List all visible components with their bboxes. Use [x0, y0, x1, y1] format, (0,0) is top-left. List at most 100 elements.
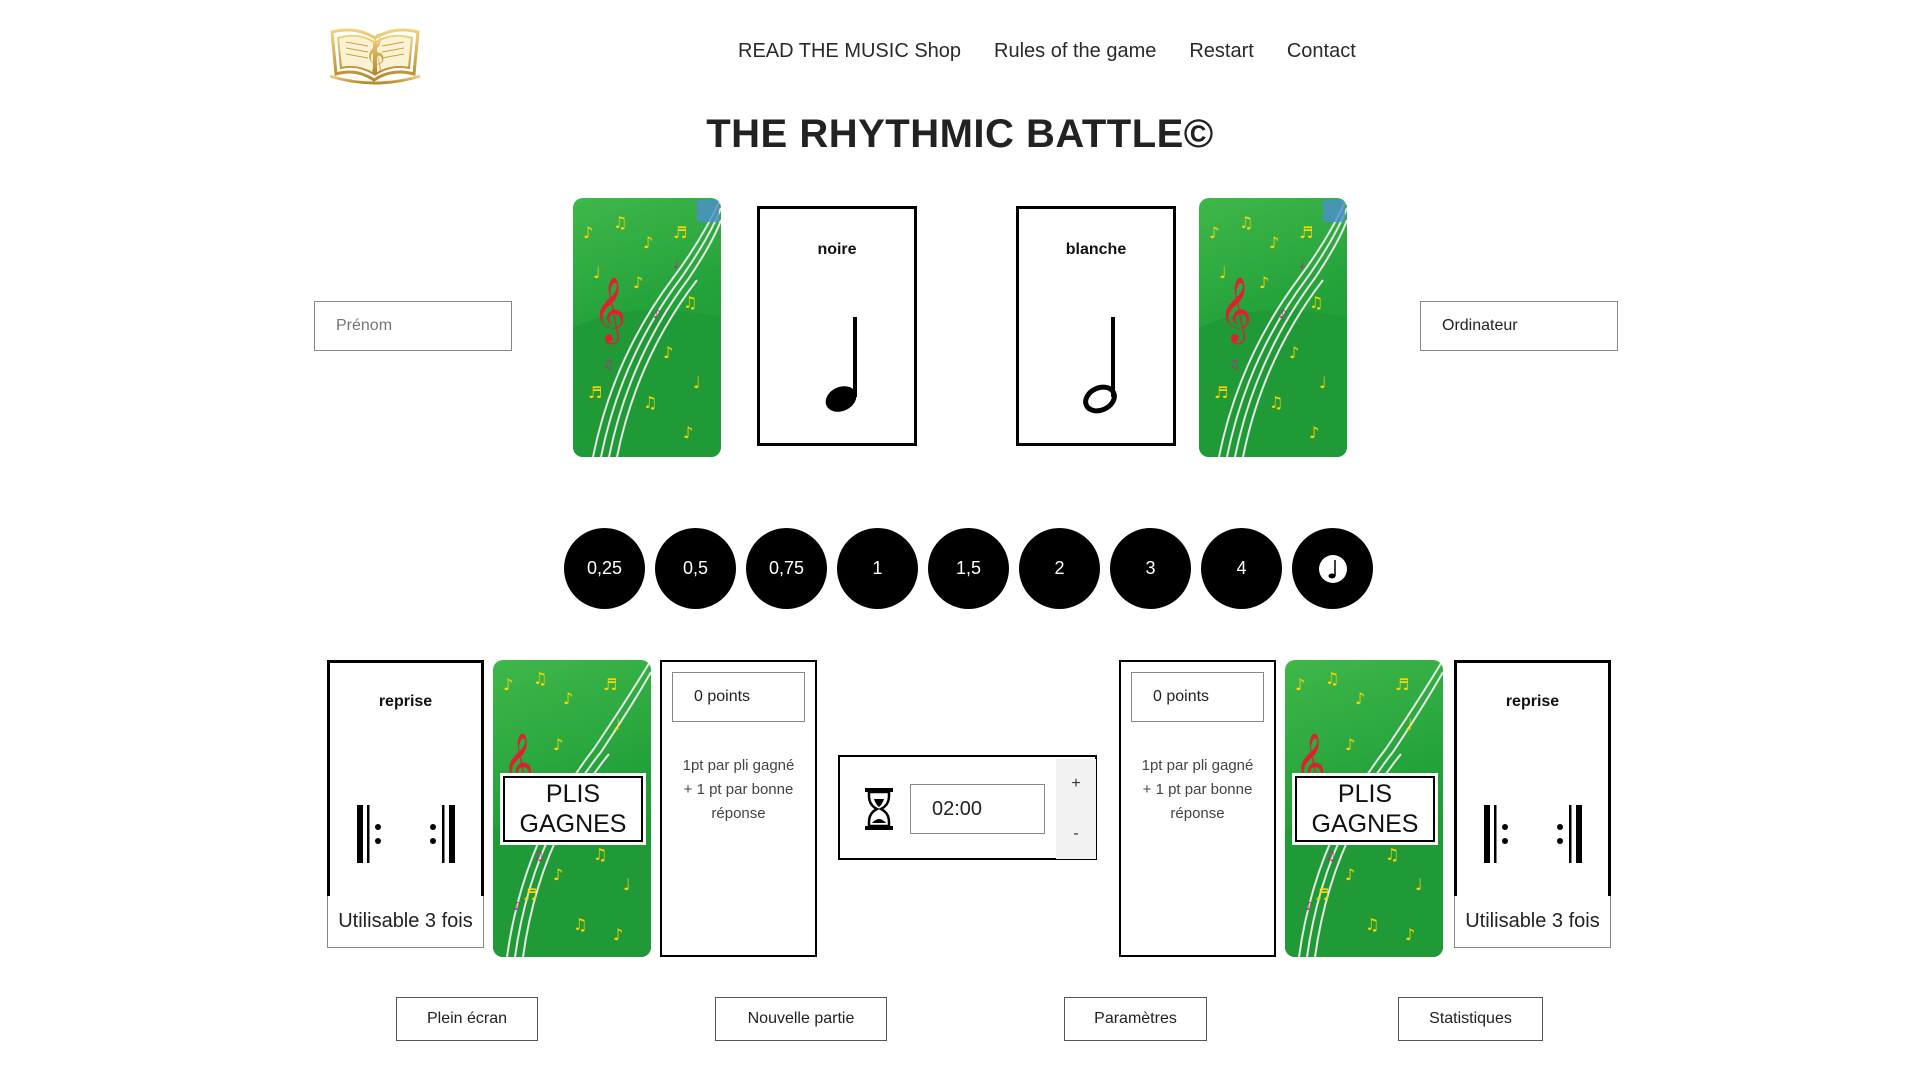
svg-text:♬: ♬ — [588, 383, 602, 402]
computer-score-field[interactable] — [1131, 672, 1264, 722]
nav-rules-link[interactable]: Rules of the game — [994, 40, 1156, 63]
svg-text:♩: ♩ — [673, 257, 679, 271]
svg-text:♫: ♫ — [533, 849, 544, 863]
svg-text:♬: ♬ — [1214, 383, 1228, 402]
score-rule-line: 1pt par pli gagné — [682, 757, 795, 774]
svg-text:♪: ♪ — [1355, 689, 1365, 708]
played-card-computer: blanche — [1016, 206, 1176, 446]
tricks-label-line: PLIS — [1337, 780, 1393, 808]
svg-text:𝄞: 𝄞 — [365, 33, 385, 74]
new-game-button[interactable]: Nouvelle partie — [715, 997, 887, 1041]
repeat-signs-icon — [1484, 805, 1582, 863]
svg-text:♪: ♪ — [1305, 899, 1313, 913]
page-title: THE RHYTHMIC BATTLE© — [706, 112, 1214, 156]
player-score-box: 1pt par pli gagné + 1 pt par bonne répon… — [660, 660, 817, 957]
svg-text:♫: ♫ — [603, 357, 614, 371]
computer-special-card: reprise — [1454, 660, 1611, 902]
value-button-2[interactable]: 2 — [1019, 528, 1100, 609]
svg-text:♪: ♪ — [1345, 735, 1355, 754]
svg-text:♫: ♫ — [1309, 293, 1323, 312]
special-card-label: reprise — [1505, 693, 1560, 710]
score-rule: 1pt par pli gagné + 1 pt par bonne répon… — [662, 754, 815, 826]
svg-text:♬: ♬ — [673, 223, 687, 242]
svg-text:♫: ♫ — [1385, 845, 1399, 864]
tricks-label: PLIS GAGNES — [1295, 776, 1435, 842]
svg-text:♫: ♫ — [1325, 669, 1339, 688]
svg-text:♩: ♩ — [1299, 257, 1305, 271]
quarter-note-icon — [825, 317, 857, 412]
special-card-label: reprise — [378, 693, 433, 710]
svg-text:♩: ♩ — [1405, 715, 1413, 734]
player-tricks-pile: 𝄞 ♪ ♫ ♪ ♬ ♩ ♪ ♫ ♪ ♩ ♫ ♪ ♬ ♪ ♫ PLIS GAGNES — [493, 660, 651, 957]
played-card-label: noire — [817, 241, 857, 258]
player-special-card[interactable]: reprise — [327, 660, 484, 902]
value-button-4[interactable]: 4 — [1201, 528, 1282, 609]
svg-text:♪: ♪ — [1405, 925, 1415, 944]
value-button-1-5[interactable]: 1,5 — [928, 528, 1009, 609]
svg-text:♫: ♫ — [1269, 393, 1283, 412]
computer-deck-card: 𝄞 ♪ ♫ ♪ ♬ ♩ ♪ ♫ ♪ ♩ ♫ ♪ ♬ ♪ ♫ ♩ — [1199, 198, 1347, 457]
svg-text:♪: ♪ — [1309, 423, 1319, 442]
svg-text:♬: ♬ — [603, 675, 617, 694]
tricks-label-line: PLIS — [545, 780, 601, 808]
player-deck-card[interactable]: 𝄞 ♪ ♫ ♪ ♬ ♩ ♪ ♫ ♪ ♩ ♫ ♪ ♬ ♪ ♫ ♩ — [573, 198, 721, 457]
nav-shop-link[interactable]: READ THE MUSIC Shop — [738, 40, 961, 63]
main-nav: READ THE MUSIC Shop Rules of the game Re… — [738, 40, 1356, 63]
svg-text:♬: ♬ — [523, 885, 537, 904]
nav-restart-link[interactable]: Restart — [1189, 40, 1253, 63]
statistics-button[interactable]: Statistiques — [1398, 997, 1543, 1041]
svg-text:♩: ♩ — [623, 875, 631, 894]
player-score-field[interactable] — [672, 672, 805, 722]
svg-text:♪: ♪ — [683, 423, 693, 442]
svg-text:𝄞: 𝄞 — [593, 277, 626, 344]
value-button-0-25[interactable]: 0,25 — [564, 528, 645, 609]
special-card-usage: Utilisable 3 fois — [327, 896, 484, 948]
svg-text:♪: ♪ — [503, 675, 513, 694]
svg-text:♫: ♫ — [1365, 915, 1379, 934]
dotted-note-icon — [1318, 554, 1347, 583]
nav-contact-link[interactable]: Contact — [1287, 40, 1356, 63]
played-card-player: noire — [757, 206, 917, 446]
value-button-3[interactable]: 3 — [1110, 528, 1191, 609]
svg-text:♩: ♩ — [693, 373, 701, 392]
svg-text:♩: ♩ — [613, 715, 621, 734]
value-buttons: 0,25 0,5 0,75 1 1,5 2 3 4 — [564, 528, 1373, 609]
timer-decrement-button[interactable]: - — [1056, 809, 1096, 859]
svg-text:♪: ♪ — [1345, 865, 1355, 884]
svg-text:♫: ♫ — [593, 845, 607, 864]
half-note-icon — [1083, 317, 1117, 414]
svg-text:♪: ♪ — [553, 735, 563, 754]
svg-text:♫: ♫ — [573, 915, 587, 934]
repeat-signs-icon — [357, 805, 455, 863]
computer-tricks-pile: 𝄞 ♪ ♫ ♪ ♬ ♩ ♪ ♫ ♪ ♩ ♫ ♪ ♬ ♪ ♫ PLIS GAGNES — [1285, 660, 1443, 957]
logo[interactable]: 𝄞 — [328, 20, 422, 86]
svg-text:♫: ♫ — [1239, 213, 1253, 232]
score-rule-line: + 1 pt par bonne — [683, 781, 794, 798]
hourglass-icon — [865, 788, 893, 830]
value-button-0-75[interactable]: 0,75 — [746, 528, 827, 609]
timer-input[interactable] — [910, 784, 1045, 834]
value-button-1[interactable]: 1 — [837, 528, 918, 609]
value-button-0-5[interactable]: 0,5 — [655, 528, 736, 609]
timer-increment-button[interactable]: + — [1056, 759, 1096, 809]
svg-text:♪: ♪ — [633, 273, 643, 292]
player-name-input[interactable] — [314, 301, 512, 351]
svg-text:♪: ♪ — [613, 925, 623, 944]
computer-name-field[interactable] — [1420, 301, 1618, 351]
svg-text:♪: ♪ — [1269, 233, 1279, 252]
svg-text:♩: ♩ — [1415, 875, 1423, 894]
music-notes-card-back-icon: 𝄞 ♪ ♫ ♪ ♬ ♩ ♪ ♫ ♪ ♩ ♫ ♪ ♬ ♪ ♫ ♩ — [1199, 198, 1347, 457]
svg-text:♪: ♪ — [653, 307, 661, 321]
svg-text:♬: ♬ — [1395, 675, 1409, 694]
svg-text:♪: ♪ — [663, 343, 673, 362]
score-rule-line: + 1 pt par bonne — [1142, 781, 1253, 798]
settings-button[interactable]: Paramètres — [1064, 997, 1207, 1041]
played-card-label: blanche — [1065, 241, 1127, 258]
tricks-label: PLIS GAGNES — [503, 776, 643, 842]
svg-text:♬: ♬ — [1299, 223, 1313, 242]
svg-text:♪: ♪ — [1295, 675, 1305, 694]
fullscreen-button[interactable]: Plein écran — [396, 997, 538, 1041]
svg-text:♪: ♪ — [1259, 273, 1269, 292]
svg-text:♫: ♫ — [1325, 849, 1336, 863]
value-button-dotted[interactable] — [1292, 528, 1373, 609]
